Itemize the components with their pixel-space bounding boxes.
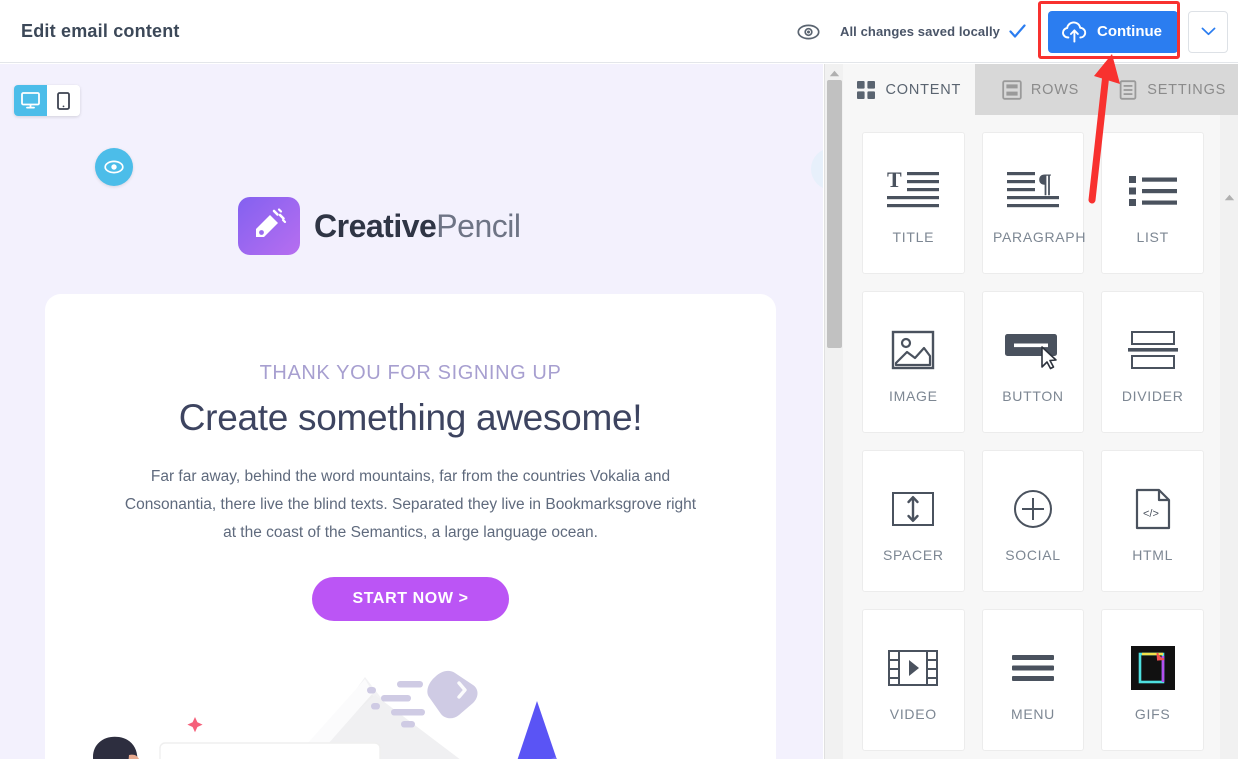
content-block-html-label: HTML bbox=[1132, 547, 1174, 563]
settings-doc-icon bbox=[1119, 79, 1137, 100]
sidebar-tabs: CONTENT ROWS SETTINGS bbox=[843, 64, 1238, 115]
email-body-text[interactable]: Far far away, behind the word mountains,… bbox=[121, 463, 701, 547]
page-title: Edit email content bbox=[21, 20, 180, 41]
content-block-video[interactable]: VIDEO bbox=[862, 609, 965, 751]
top-bar: Edit email content All changes saved loc… bbox=[0, 0, 1238, 63]
rows-icon bbox=[1002, 79, 1022, 100]
purple-triangle bbox=[517, 701, 558, 759]
content-block-title-label: TITLE bbox=[892, 229, 935, 245]
logo-text-light: Pencil bbox=[436, 207, 521, 244]
content-block-divider-label: DIVIDER bbox=[1121, 388, 1184, 404]
logo-text-bold: Creative bbox=[314, 207, 437, 244]
save-status-check bbox=[1009, 24, 1026, 39]
gifs-icon bbox=[1130, 637, 1175, 699]
social-plus-icon bbox=[1013, 478, 1053, 540]
editor-sidebar: CONTENT ROWS SETTINGS T TITLE ¶ PARAGRAP… bbox=[843, 64, 1238, 759]
cloud-upload-icon bbox=[1062, 20, 1087, 43]
preview-toggle-button[interactable] bbox=[790, 13, 828, 51]
content-block-paragraph-label: PARAGRAPH bbox=[992, 229, 1087, 245]
sidebar-scrollbar[interactable] bbox=[1220, 115, 1238, 759]
content-block-video-label: VIDEO bbox=[889, 706, 937, 722]
eye-icon bbox=[104, 160, 124, 174]
mobile-icon bbox=[57, 91, 70, 110]
top-bar-actions: All changes saved locally Continue bbox=[790, 0, 1228, 63]
content-block-button[interactable]: BUTTON bbox=[981, 291, 1085, 433]
continue-group: Continue bbox=[1038, 0, 1228, 59]
device-toggle-mobile[interactable] bbox=[47, 85, 80, 116]
content-block-social-label: SOCIAL bbox=[1005, 547, 1061, 563]
eye-icon bbox=[797, 24, 821, 39]
menu-icon bbox=[1011, 637, 1054, 699]
email-logo: CreativePencil bbox=[238, 197, 521, 255]
sidebar-scroll-up-button[interactable] bbox=[1220, 190, 1238, 204]
content-block-spacer[interactable]: SPACER bbox=[862, 450, 965, 592]
content-block-html[interactable]: </> HTML bbox=[1101, 450, 1204, 592]
check-icon bbox=[1009, 24, 1026, 38]
content-block-menu[interactable]: MENU bbox=[981, 609, 1085, 751]
content-blocks-grid: T TITLE ¶ PARAGRAPH LIST IMAGE BUTTON DI… bbox=[843, 115, 1220, 751]
pencil-logo-icon bbox=[256, 208, 287, 237]
email-cta-button[interactable]: START NOW > bbox=[312, 577, 509, 621]
preview-scroll-thumb[interactable] bbox=[827, 80, 842, 348]
triangle-up-icon bbox=[829, 70, 840, 76]
device-toggle bbox=[14, 85, 80, 116]
button-icon bbox=[1004, 319, 1062, 381]
person-at-desk-illustration bbox=[93, 670, 558, 759]
preview-scroll-up-button[interactable] bbox=[825, 66, 844, 80]
tab-rows[interactable]: ROWS bbox=[974, 64, 1107, 115]
content-block-button-label: BUTTON bbox=[1002, 388, 1064, 404]
email-cta-row: START NOW > bbox=[45, 577, 776, 621]
svg-text:</>: </> bbox=[1143, 508, 1159, 520]
tab-settings[interactable]: SETTINGS bbox=[1106, 64, 1238, 115]
tab-content[interactable]: CONTENT bbox=[843, 64, 975, 115]
tab-content-label: CONTENT bbox=[885, 81, 962, 98]
chevron-down-icon bbox=[1201, 27, 1215, 36]
content-block-social[interactable]: SOCIAL bbox=[981, 450, 1085, 592]
content-block-divider[interactable]: DIVIDER bbox=[1101, 291, 1204, 433]
title-icon: T bbox=[885, 160, 941, 222]
list-icon bbox=[1128, 160, 1178, 222]
save-status-text: All changes saved locally bbox=[839, 24, 1000, 39]
divider-icon bbox=[1127, 319, 1178, 381]
continue-button-label: Continue bbox=[1097, 23, 1162, 40]
email-headline[interactable]: Create something awesome! bbox=[45, 397, 776, 439]
email-editor-app: Edit email content All changes saved loc… bbox=[0, 0, 1238, 759]
video-icon bbox=[887, 637, 939, 699]
preview-eye-button[interactable] bbox=[95, 148, 133, 186]
continue-button[interactable]: Continue bbox=[1048, 10, 1178, 53]
email-logo-text: CreativePencil bbox=[314, 207, 521, 245]
svg-text:¶: ¶ bbox=[1038, 169, 1052, 198]
email-content-card[interactable]: THANK YOU FOR SIGNING UP Create somethin… bbox=[45, 294, 776, 759]
html-file-icon: </> bbox=[1134, 478, 1172, 540]
content-block-spacer-label: SPACER bbox=[882, 547, 944, 563]
triangle-up-icon bbox=[1224, 194, 1234, 200]
content-block-menu-label: MENU bbox=[1010, 706, 1055, 722]
tab-settings-label: SETTINGS bbox=[1147, 81, 1227, 98]
spacer-icon bbox=[891, 478, 935, 540]
content-block-image[interactable]: IMAGE bbox=[862, 291, 965, 433]
content-block-title[interactable]: T TITLE bbox=[862, 132, 965, 274]
svg-text:T: T bbox=[887, 168, 902, 192]
content-block-list-label: LIST bbox=[1136, 229, 1169, 245]
person-figure bbox=[93, 736, 139, 759]
image-icon bbox=[891, 319, 935, 381]
continue-dropdown-button[interactable] bbox=[1188, 10, 1228, 53]
content-block-gifs[interactable]: GIFS bbox=[1101, 609, 1204, 751]
paragraph-icon: ¶ bbox=[1005, 160, 1061, 222]
tab-rows-label: ROWS bbox=[1030, 81, 1080, 98]
device-toggle-desktop[interactable] bbox=[14, 85, 47, 116]
desktop-icon bbox=[21, 92, 40, 109]
preview-scrollbar[interactable] bbox=[824, 64, 843, 759]
email-eyebrow-text[interactable]: THANK YOU FOR SIGNING UP bbox=[45, 362, 776, 385]
email-preview-pane: CreativePencil THANK YOU FOR SIGNING UP … bbox=[0, 64, 823, 759]
content-block-image-label: IMAGE bbox=[889, 388, 938, 404]
content-block-gifs-label: GIFS bbox=[1134, 706, 1171, 722]
browser-card bbox=[159, 742, 381, 759]
content-block-paragraph[interactable]: ¶ PARAGRAPH bbox=[981, 132, 1087, 274]
content-block-list[interactable]: LIST bbox=[1101, 132, 1204, 274]
grid-icon bbox=[857, 80, 876, 99]
content-blocks-scroll-area: T TITLE ¶ PARAGRAPH LIST IMAGE BUTTON DI… bbox=[843, 115, 1220, 759]
pencil-logo-mark bbox=[238, 197, 300, 255]
email-illustration bbox=[45, 659, 776, 759]
